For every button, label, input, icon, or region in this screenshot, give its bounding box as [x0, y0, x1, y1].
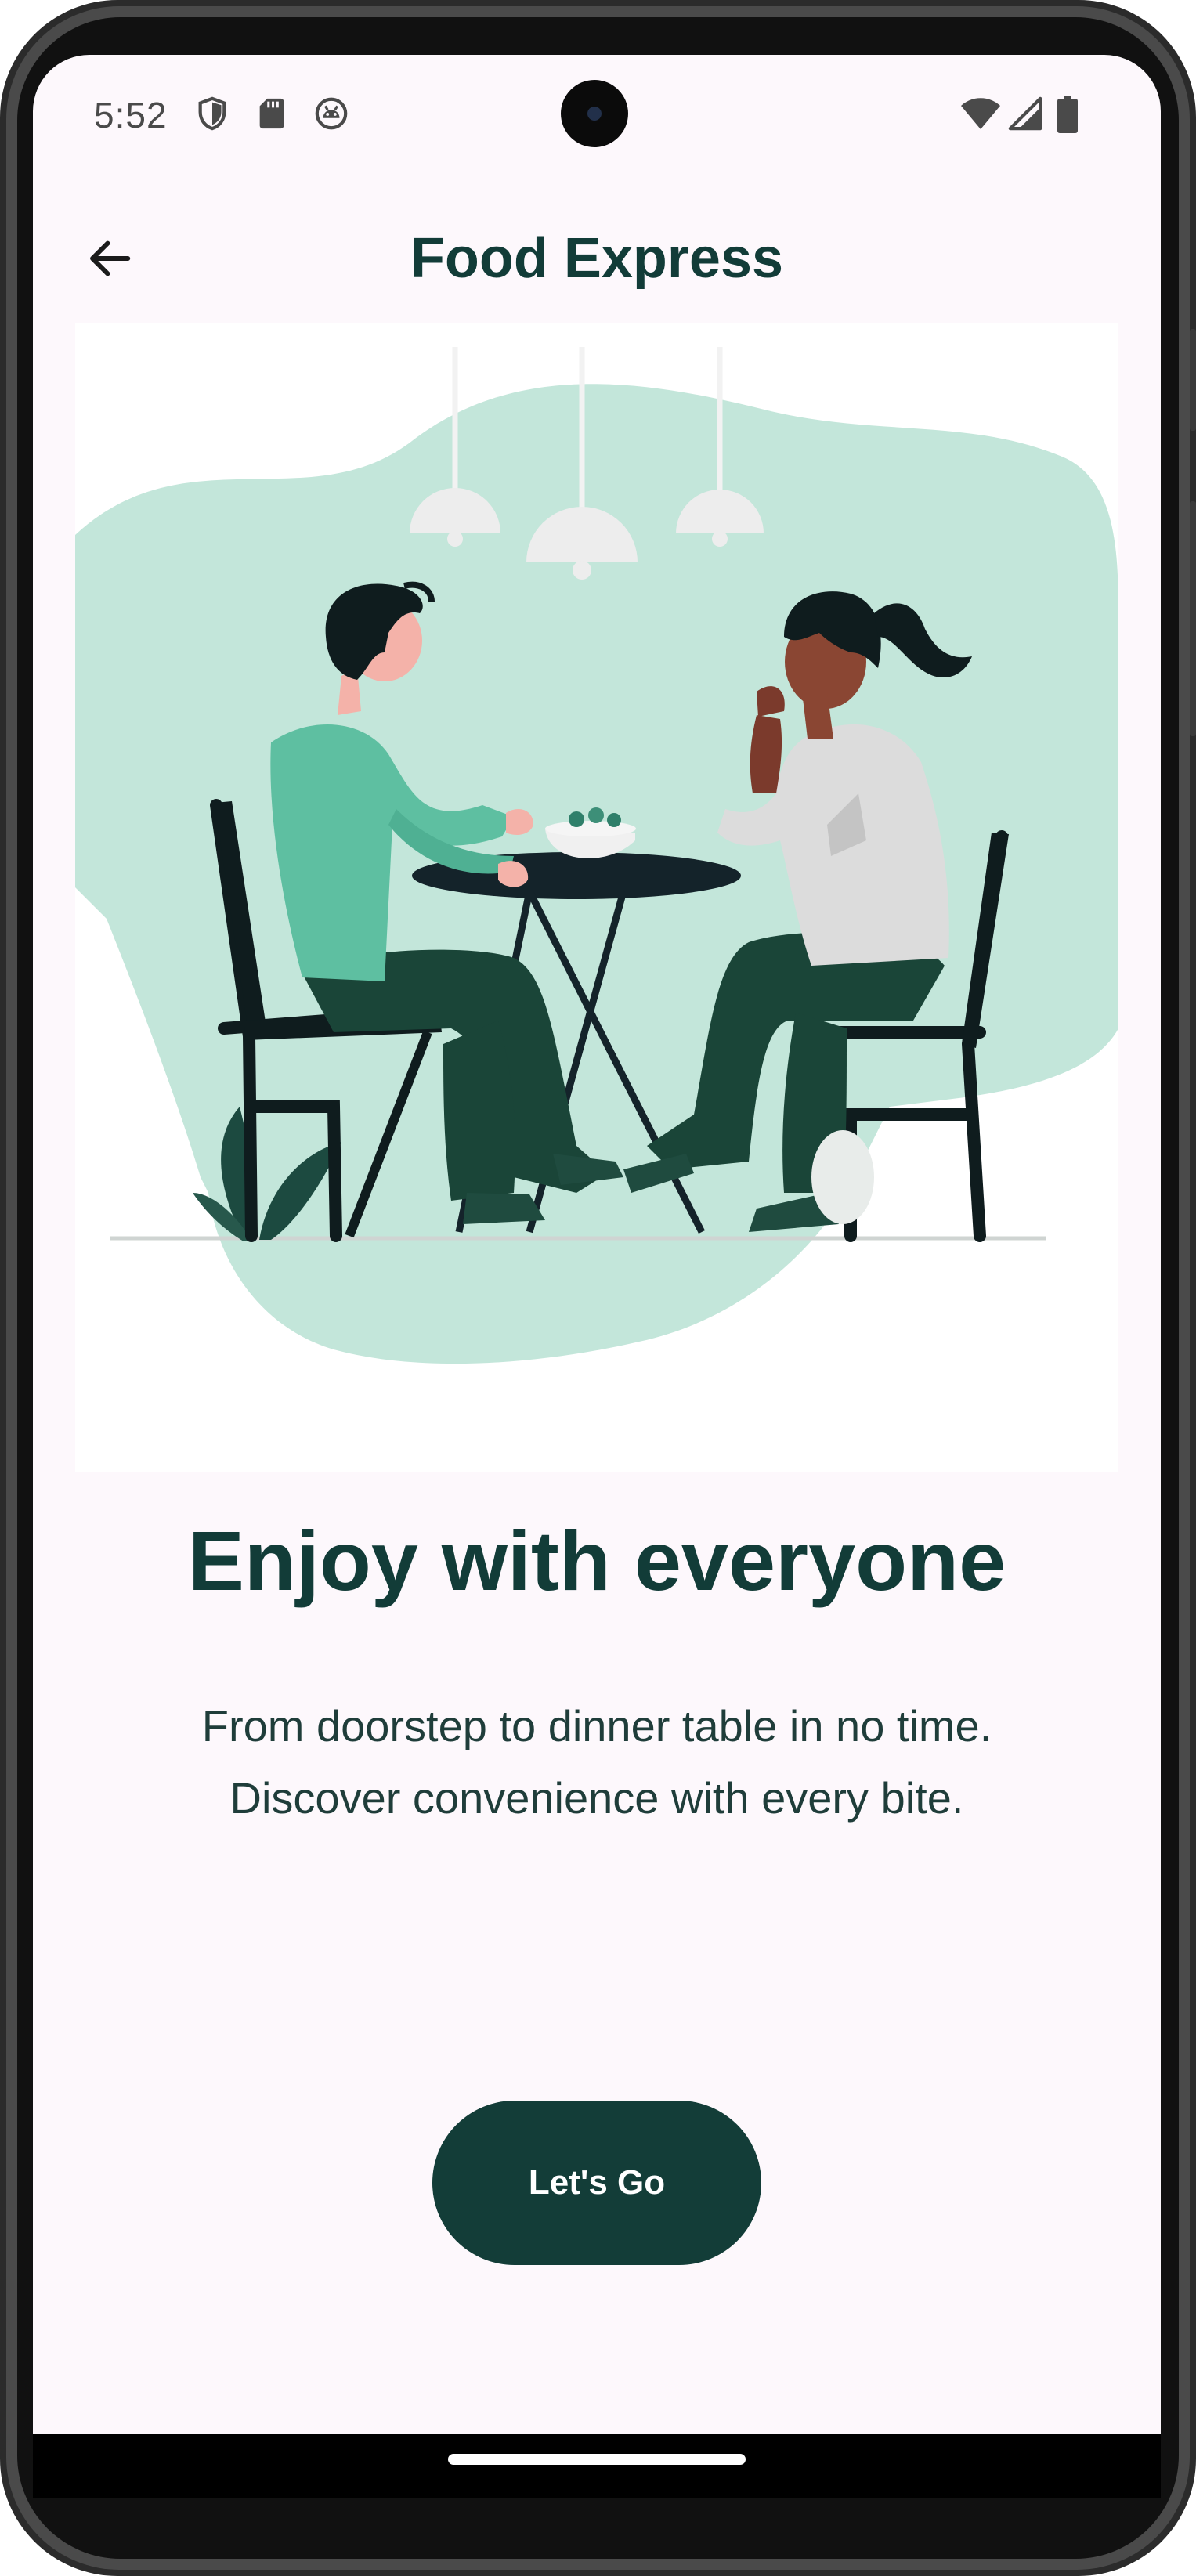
app-bar: Food Express: [33, 204, 1161, 313]
home-indicator[interactable]: [448, 2454, 746, 2465]
android-debug-icon: [313, 96, 349, 132]
lets-go-button[interactable]: Let's Go: [432, 2101, 761, 2265]
wifi-icon: [960, 96, 1001, 132]
device: 5:52 Food Express Enjoy with everyone Fr…: [0, 0, 1196, 2576]
battery-icon: [1056, 96, 1079, 133]
back-button[interactable]: [77, 226, 143, 291]
arrow-back-icon: [90, 240, 131, 276]
app-title: Food Express: [410, 227, 784, 290]
sd-card-icon: [254, 96, 290, 132]
subtitle: From doorstep to dinner table in no time…: [201, 1701, 992, 1823]
status-time: 5:52: [94, 95, 168, 135]
headline: Enjoy with everyone: [187, 1513, 1006, 1608]
cellular-signal-icon: [1007, 96, 1043, 132]
shield-icon: [194, 96, 230, 132]
hero-illustration: [75, 323, 1118, 1472]
screen: 5:52 Food Express Enjoy with everyone Fr…: [33, 55, 1161, 2498]
power-button: [1190, 501, 1196, 736]
status-bar: 5:52: [33, 55, 1161, 172]
two-people-dining-illustration: [75, 347, 1118, 1364]
volume-button: [1190, 329, 1196, 431]
front-camera: [561, 80, 628, 147]
navigation-bar: [33, 2434, 1161, 2498]
